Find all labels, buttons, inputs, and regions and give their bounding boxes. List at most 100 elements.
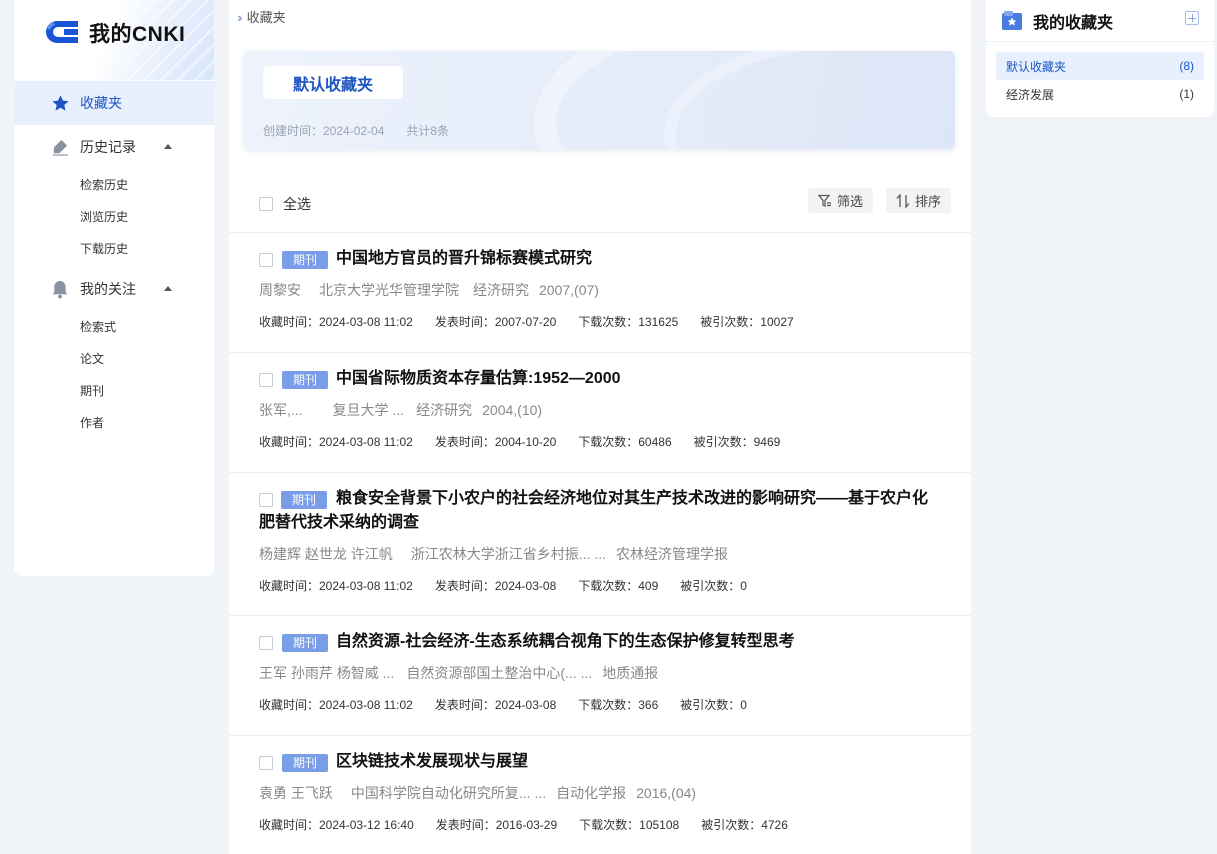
my-folders-title: 我的收藏夹 [1033, 14, 1114, 32]
item-authors[interactable]: 袁勇 王飞跃 [259, 785, 333, 801]
bell-icon [50, 279, 70, 299]
filter-button[interactable]: 筛选 [808, 188, 874, 213]
item-downloads: 下载次数：409 [578, 579, 659, 593]
type-badge: 期刊 [282, 371, 328, 389]
chevron-up-icon[interactable] [164, 144, 172, 149]
item-pub-time: 发表时间：2024-03-08 [434, 579, 557, 593]
item-downloads: 下载次数：366 [578, 698, 659, 712]
type-badge: 期刊 [282, 754, 328, 772]
item-title[interactable]: 区块链技术发展现状与展望 [336, 750, 528, 774]
folder-item-economy[interactable]: 经济发展 (1) [996, 80, 1204, 108]
sidebar-item-label: 历史记录 [80, 139, 136, 155]
sidebar-subitem-download-history[interactable]: 下载历史 [14, 233, 214, 265]
chevron-up-icon[interactable] [164, 286, 172, 291]
sidebar-subitem-browse-history[interactable]: 浏览历史 [14, 201, 214, 233]
item-citations: 被引次数：9469 [693, 435, 781, 449]
item-checkbox[interactable] [259, 493, 273, 507]
sidebar-item-follow[interactable]: 我的关注 [14, 267, 214, 311]
item-authors[interactable]: 杨建辉 赵世龙 许江帆 [259, 546, 393, 562]
item-org[interactable]: 复旦大学 ... [333, 402, 405, 418]
select-all[interactable]: 全选 [259, 194, 311, 214]
item-stats: 收藏时间：2024-03-08 11:02 发表时间：2024-03-08 下载次数… [259, 697, 941, 713]
favorites-list: 期刊 中国地方官员的晋升锦标赛模式研究 周黎安 北京大学光华管理学院 经济研究 200… [229, 232, 971, 854]
item-title[interactable]: 自然资源-社会经济-生态系统耦合视角下的生态保护修复转型思考 [336, 630, 795, 654]
item-checkbox[interactable] [259, 373, 273, 387]
item-source[interactable]: 农林经济管理学报 [616, 546, 728, 562]
list-item: 期刊 中国地方官员的晋升锦标赛模式研究 周黎安 北京大学光华管理学院 经济研究 200… [229, 232, 971, 352]
item-issue: 2004,(10) [482, 402, 543, 418]
item-citations: 被引次数：0 [680, 579, 747, 593]
folder-name: 默认收藏夹 [263, 66, 403, 99]
sort-label: 排序 [915, 194, 942, 209]
folder-meta: 创建时间：2024-02-04 共计8条 [263, 122, 449, 139]
item-pub-time: 发表时间：2007-07-20 [434, 315, 557, 329]
item-fav-time: 收藏时间：2024-03-12 16:40 [259, 818, 414, 832]
double-chevron-right-icon: ›› [237, 10, 242, 25]
item-downloads: 下载次数：131625 [578, 315, 679, 329]
sidebar-item-label: 收藏夹 [80, 95, 122, 111]
logo-text[interactable]: 我的CNKI [89, 18, 185, 48]
select-all-checkbox[interactable] [259, 197, 273, 211]
item-org[interactable]: 中国科学院自动化研究所复... ... [351, 785, 546, 801]
list-toolbar: 全选 筛选 排序 [229, 185, 971, 217]
item-citations: 被引次数：0 [680, 698, 747, 712]
item-source[interactable]: 经济研究 [473, 282, 529, 298]
plus-square-icon[interactable] [1185, 11, 1199, 25]
sidebar-subitem-paper[interactable]: 论文 [14, 343, 214, 375]
item-org[interactable]: 浙江农林大学浙江省乡村振... ... [411, 546, 606, 562]
star-folder-icon [1002, 10, 1022, 30]
sidebar-subitem-search-history[interactable]: 检索历史 [14, 169, 214, 201]
item-authors[interactable]: 周黎安 [259, 282, 301, 298]
item-source[interactable]: 地质通报 [602, 665, 658, 681]
item-issue: 2016,(04) [636, 785, 697, 801]
sort-button[interactable]: 排序 [886, 188, 952, 213]
item-issue: 2007,(07) [539, 282, 599, 298]
sidebar-item-label: 我的关注 [80, 281, 136, 297]
logo-area: 我的CNKI [14, 0, 214, 80]
item-byline: 张军,... 复旦大学 ... 经济研究 2004,(10) [259, 400, 941, 420]
sidebar-subitem-author[interactable]: 作者 [14, 407, 214, 439]
item-authors[interactable]: 王军 孙雨芹 杨智威 ... [259, 665, 394, 681]
sidebar: 我的CNKI 收藏夹 历史记录 检索历史 浏览历史 下载历史 我的关注 检索式 … [14, 0, 214, 576]
filter-label: 筛选 [837, 194, 864, 209]
item-org[interactable]: 北京大学光华管理学院 [319, 282, 459, 298]
list-item: 期刊 自然资源-社会经济-生态系统耦合视角下的生态保护修复转型思考 王军 孙雨芹… [229, 615, 971, 735]
item-fav-time: 收藏时间：2024-03-08 11:02 [259, 435, 413, 449]
item-title[interactable]: 中国地方官员的晋升锦标赛模式研究 [336, 247, 592, 271]
item-stats: 收藏时间：2024-03-08 11:02 发表时间：2024-03-08 下载次数… [259, 578, 941, 594]
folder-created: 创建时间：2024-02-04 [263, 124, 385, 138]
folder-item-count: (1) [1179, 87, 1194, 101]
list-item: 期刊 中国省际物质资本存量估算:1952—2000 张军,... 复旦大学 ...… [229, 352, 971, 472]
folder-item-default[interactable]: 默认收藏夹 (8) [996, 52, 1204, 80]
item-checkbox[interactable] [259, 636, 273, 650]
item-downloads: 下载次数：60486 [578, 435, 672, 449]
item-pub-time: 发表时间：2016-03-29 [435, 818, 558, 832]
item-citations: 被引次数：4726 [701, 818, 788, 832]
item-byline: 周黎安 北京大学光华管理学院 经济研究 2007,(07) [259, 280, 941, 300]
sidebar-subitem-query[interactable]: 检索式 [14, 311, 214, 343]
sidebar-subitem-journal[interactable]: 期刊 [14, 375, 214, 407]
item-org[interactable]: 自然资源部国土整治中心(... ... [406, 665, 592, 681]
item-source[interactable]: 经济研究 [416, 402, 472, 418]
item-title[interactable]: 粮食安全背景下小农户的社会经济地位对其生产技术改进的影响研究——基于农户化肥替代… [259, 487, 941, 535]
folder-item-name: 默认收藏夹 [1006, 59, 1067, 74]
folder-banner: 默认收藏夹 创建时间：2024-02-04 共计8条 [244, 51, 955, 149]
item-authors[interactable]: 张军,... [259, 402, 303, 418]
item-source[interactable]: 自动化学报 [556, 785, 626, 801]
sort-arrows-icon [896, 193, 910, 208]
item-checkbox[interactable] [259, 756, 273, 770]
item-byline: 王军 孙雨芹 杨智威 ... 自然资源部国土整治中心(... ... 地质通报 [259, 663, 941, 683]
sidebar-item-history[interactable]: 历史记录 [14, 125, 214, 169]
item-pub-time: 发表时间：2024-03-08 [434, 698, 557, 712]
list-item: 期刊 区块链技术发展现状与展望 袁勇 王飞跃 中国科学院自动化研究所复... ..… [229, 735, 971, 854]
type-badge: 期刊 [282, 634, 328, 652]
breadcrumb-current: 收藏夹 [246, 10, 286, 25]
select-all-label: 全选 [283, 196, 311, 212]
item-fav-time: 收藏时间：2024-03-08 11:02 [259, 579, 413, 593]
item-checkbox[interactable] [259, 253, 273, 267]
type-badge: 期刊 [282, 251, 328, 269]
folder-item-count: (8) [1179, 59, 1194, 73]
item-title[interactable]: 中国省际物质资本存量估算:1952—2000 [336, 367, 621, 391]
item-pub-time: 发表时间：2004-10-20 [434, 435, 557, 449]
sidebar-item-favorites[interactable]: 收藏夹 [14, 81, 214, 125]
